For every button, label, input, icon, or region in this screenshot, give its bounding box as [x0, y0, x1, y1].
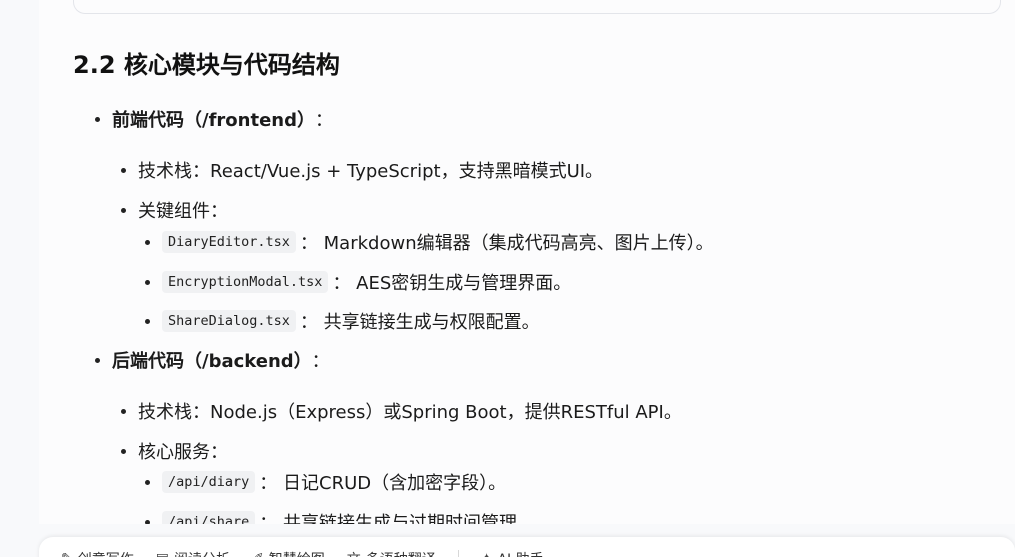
bullet-icon	[121, 408, 126, 414]
list-item-frontend: 前端代码（/frontend） ：	[95, 106, 333, 132]
bullet-icon	[145, 239, 150, 245]
components-label: 关键组件：	[138, 201, 228, 222]
list-item-backend-services: 核心服务：	[121, 438, 228, 464]
component-desc: ： AES密钥生成与管理界面。	[332, 273, 572, 294]
toolbar-divider	[457, 550, 459, 557]
list-item-backend-tech: 技术栈：Node.js（Express）或Spring Boot，提供RESTf…	[121, 398, 682, 424]
brush-icon: ✐	[252, 551, 264, 557]
tool-label: 阅读分析	[174, 549, 230, 557]
tool-reading-analysis[interactable]: ▤ 阅读分析	[156, 537, 230, 557]
document-content: 2.2 核心模块与代码结构 前端代码（/frontend） ： 技术栈：Reac…	[39, 0, 1015, 524]
tool-creative-writing[interactable]: ✎ 创意写作	[61, 537, 134, 557]
list-item-frontend-components: 关键组件：	[121, 197, 228, 223]
list-item-service: /api/diary ： 日记CRUD（含加密字段）。	[145, 469, 506, 495]
bullet-icon	[145, 318, 150, 324]
pen-icon: ✎	[61, 551, 73, 557]
service-desc: ： 日记CRUD（含加密字段）。	[259, 473, 507, 494]
backend-title: 后端代码（/backend）	[112, 351, 312, 372]
bullet-icon	[145, 479, 150, 485]
backend-tech-stack: 技术栈：Node.js（Express）或Spring Boot，提供RESTf…	[138, 402, 682, 423]
bullet-icon	[121, 167, 126, 173]
code-inline: DiaryEditor.tsx	[162, 231, 296, 253]
code-inline: EncryptionModal.tsx	[162, 271, 329, 293]
tool-label: 智慧绘图	[269, 549, 325, 557]
section-heading: 2.2 核心模块与代码结构	[73, 51, 340, 79]
list-item-service: /api/share ： 共享链接生成与过期时间管理。	[145, 509, 535, 524]
frontend-title: 前端代码（/frontend）	[112, 110, 315, 131]
bottom-toolbar: ✎ 创意写作 ▤ 阅读分析 ✐ 智慧绘图 文 多语种翻译 ✦ AI 助手	[39, 537, 1015, 557]
backend-colon: ：	[311, 351, 330, 372]
document-icon: ▤	[156, 551, 169, 557]
frontend-tech-stack: 技术栈：React/Vue.js + TypeScript，支持黑暗模式UI。	[138, 161, 604, 182]
list-item-component: EncryptionModal.tsx ： AES密钥生成与管理界面。	[145, 269, 571, 295]
list-item-component: DiaryEditor.tsx ： Markdown编辑器（集成代码高亮、图片上…	[145, 229, 714, 255]
tool-translation[interactable]: 文 多语种翻译	[347, 537, 436, 557]
tool-ai-assistant[interactable]: ✦ AI 助手	[481, 537, 544, 557]
tool-label: AI 助手	[497, 549, 543, 557]
sparkle-icon: ✦	[481, 551, 493, 557]
service-desc: ： 共享链接生成与过期时间管理。	[259, 513, 536, 524]
bullet-icon	[121, 207, 126, 213]
frontend-colon: ：	[314, 110, 333, 131]
list-item-frontend-tech: 技术栈：React/Vue.js + TypeScript，支持黑暗模式UI。	[121, 157, 603, 183]
list-item-component: ShareDialog.tsx ： 共享链接生成与权限配置。	[145, 308, 540, 334]
services-label: 核心服务：	[138, 442, 228, 463]
code-inline: /api/share	[162, 511, 256, 524]
code-inline: /api/diary	[162, 471, 256, 493]
bullet-icon	[95, 357, 100, 363]
tool-label: 创意写作	[78, 549, 134, 557]
bullet-icon	[95, 116, 100, 122]
component-desc: ： Markdown编辑器（集成代码高亮、图片上传）。	[299, 233, 714, 254]
list-item-backend: 后端代码（/backend） ：	[95, 347, 330, 373]
tool-smart-drawing[interactable]: ✐ 智慧绘图	[252, 537, 325, 557]
tool-label: 多语种翻译	[366, 549, 436, 557]
component-desc: ： 共享链接生成与权限配置。	[299, 312, 540, 333]
bullet-icon	[145, 519, 150, 524]
code-inline: ShareDialog.tsx	[162, 310, 296, 332]
previous-block	[73, 0, 1001, 14]
bullet-icon	[121, 448, 126, 454]
bullet-icon	[145, 279, 150, 285]
translate-icon: 文	[347, 549, 361, 557]
